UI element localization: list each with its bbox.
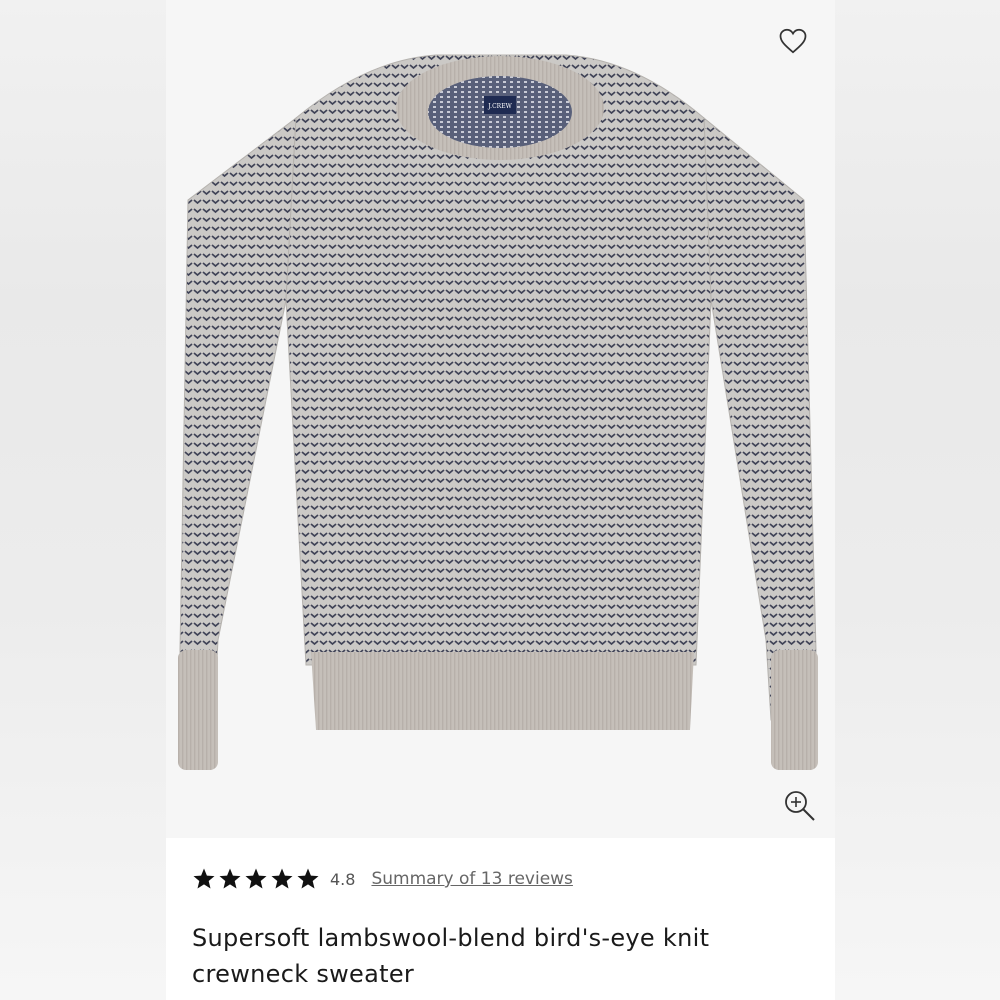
zoom-in-icon[interactable] [782, 788, 818, 824]
rating-stars [192, 867, 320, 891]
product-image[interactable]: J.CREW [166, 0, 835, 838]
rating-row: 4.8 Summary of 13 reviews [192, 864, 573, 894]
rating-value: 4.8 [330, 869, 356, 889]
star-icon [271, 868, 293, 889]
heart-icon[interactable] [778, 26, 808, 56]
star-icon [219, 868, 241, 889]
product-card: J.CREW 4.8 Summary of 13 reviews Superso… [166, 0, 835, 1000]
star-icon [193, 868, 215, 889]
product-title: Supersoft lambswool-blend bird's-eye kni… [192, 924, 710, 988]
brand-label: J.CREW [487, 103, 512, 110]
reviews-summary-link[interactable]: Summary of 13 reviews [371, 869, 572, 889]
star-icon [245, 868, 267, 889]
left-backdrop [0, 0, 166, 1000]
sweater-image: J.CREW [178, 54, 818, 770]
right-backdrop [835, 0, 1000, 1000]
star-icon [297, 868, 319, 889]
